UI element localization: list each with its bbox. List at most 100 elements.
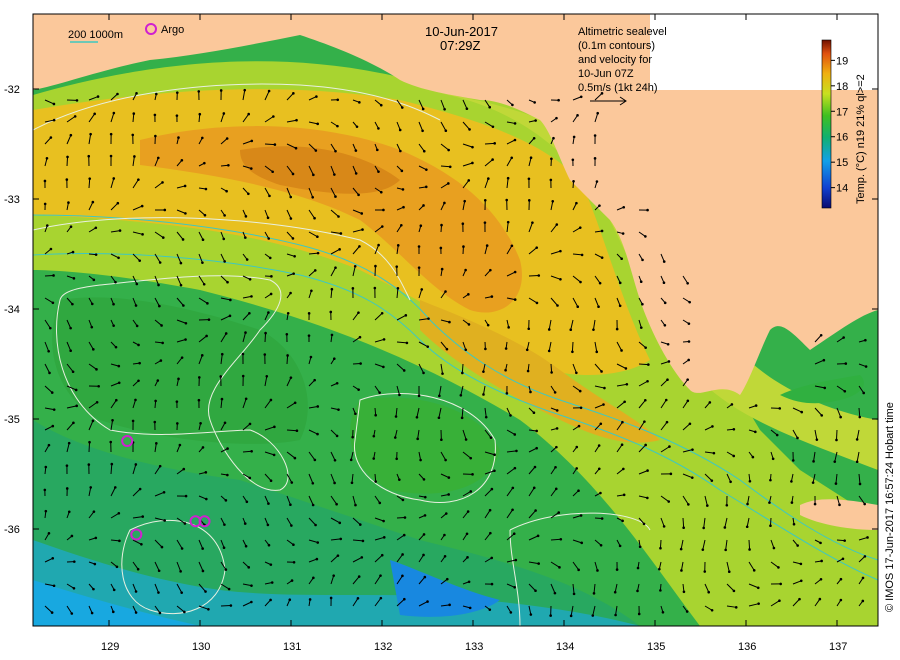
velocity-arrow-head — [161, 181, 164, 184]
velocity-arrow-head — [269, 398, 273, 402]
velocity-arrow-head — [484, 415, 488, 419]
velocity-arrow-head — [417, 394, 421, 398]
velocity-arrow-head — [514, 558, 518, 562]
velocity-arrow-head — [269, 598, 272, 602]
velocity-arrow-head — [575, 371, 578, 375]
velocity-arrow-head — [222, 237, 226, 241]
velocity-arrow-head — [67, 201, 70, 204]
velocity-arrow-head — [226, 280, 229, 284]
velocity-arrow-head — [267, 237, 271, 240]
velocity-arrow-head — [267, 311, 270, 314]
velocity-arrow-head — [833, 460, 837, 463]
lon-tick-label: 133 — [465, 641, 483, 653]
velocity-arrow-head — [577, 489, 580, 492]
velocity-arrow-head — [595, 350, 599, 354]
velocity-arrow-head — [460, 416, 464, 420]
velocity-arrow-head — [48, 326, 52, 330]
velocity-arrow-head — [525, 348, 529, 352]
velocity-arrow-head — [197, 90, 201, 93]
velocity-arrow-head — [861, 599, 865, 603]
velocity-arrow-head — [290, 579, 294, 582]
velocity-arrow-head — [354, 412, 357, 416]
velocity-arrow-head — [447, 182, 450, 185]
velocity-arrow-head — [293, 456, 297, 460]
velocity-arrow-head — [577, 424, 581, 428]
velocity-arrow-head — [443, 201, 446, 205]
velocity-arrow-head — [315, 95, 318, 98]
velocity-arrow-head — [243, 88, 247, 92]
velocity-arrow-head — [555, 427, 559, 430]
velocity-arrow-head — [403, 516, 407, 519]
velocity-arrow-head — [117, 256, 120, 260]
velocity-arrow-head — [527, 327, 531, 331]
velocity-arrow-head — [75, 404, 78, 408]
velocity-arrow-head — [71, 250, 75, 254]
velocity-arrow-head — [241, 374, 245, 378]
velocity-arrow-head — [163, 519, 166, 522]
velocity-arrow-head — [153, 113, 157, 117]
velocity-arrow-head — [445, 577, 449, 581]
velocity-arrow-head — [43, 179, 47, 183]
velocity-arrow-head — [815, 438, 819, 441]
velocity-arrow-head — [330, 287, 334, 291]
velocity-arrow-head — [180, 158, 184, 162]
velocity-arrow-head — [141, 515, 145, 518]
velocity-arrow-head — [644, 398, 647, 402]
velocity-arrow-head — [667, 360, 671, 363]
velocity-arrow-head — [529, 613, 533, 616]
velocity-arrow-head — [489, 531, 492, 535]
velocity-arrow-head — [72, 277, 76, 280]
velocity-arrow-head — [156, 156, 160, 160]
velocity-arrow-head — [553, 391, 557, 394]
velocity-arrow-head — [688, 300, 691, 304]
velocity-arrow-head — [727, 570, 731, 574]
velocity-arrow-head — [315, 557, 319, 561]
velocity-arrow-head — [440, 223, 443, 227]
velocity-arrow-head — [379, 103, 383, 107]
velocity-arrow-head — [730, 403, 734, 406]
velocity-arrow-head — [420, 288, 424, 291]
velocity-arrow-head — [465, 532, 469, 536]
velocity-arrow-head — [93, 112, 96, 116]
velocity-arrow-head — [243, 522, 247, 525]
velocity-arrow-head — [404, 314, 408, 317]
velocity-arrow-head — [219, 89, 223, 92]
velocity-arrow-head — [485, 244, 489, 247]
velocity-arrow-head — [268, 256, 272, 260]
velocity-arrow-head — [445, 347, 449, 351]
velocity-arrow-head — [422, 553, 425, 557]
velocity-arrow-head — [114, 280, 117, 284]
velocity-arrow-head — [800, 410, 804, 414]
velocity-arrow-head — [690, 476, 694, 479]
lon-tick-label: 134 — [556, 641, 574, 653]
velocity-arrow-head — [572, 592, 576, 596]
velocity-arrow — [571, 341, 574, 352]
velocity-arrow-head — [224, 568, 228, 571]
velocity-arrow-head — [534, 589, 537, 593]
velocity-arrow-head — [163, 208, 167, 212]
velocity-arrow-head — [513, 270, 517, 274]
depth-legend: 200 1000m — [68, 29, 123, 41]
velocity-arrow-head — [603, 386, 606, 390]
velocity-arrow-head — [600, 229, 604, 233]
velocity-arrow-head — [813, 502, 817, 506]
velocity-arrow — [264, 143, 275, 146]
velocity-arrow-head — [265, 374, 269, 378]
velocity-arrow-head — [180, 547, 184, 550]
colorbar-tick-label: 17 — [836, 106, 848, 118]
velocity-arrow-head — [839, 598, 843, 602]
velocity-arrow-head — [197, 376, 201, 379]
velocity-arrow-head — [316, 235, 319, 239]
velocity-arrow-head — [247, 192, 250, 196]
velocity-arrow-head — [493, 469, 496, 473]
velocity-arrow-head — [489, 268, 492, 272]
velocity-arrow-head — [357, 193, 360, 197]
velocity-arrow-head — [179, 261, 183, 265]
velocity-arrow-head — [244, 544, 248, 548]
velocity-arrow-head — [358, 335, 362, 339]
velocity-arrow-head — [244, 215, 248, 218]
velocity-arrow-head — [536, 534, 540, 538]
velocity-arrow-head — [45, 224, 49, 227]
velocity-arrow-head — [291, 172, 295, 176]
velocity-arrow-head — [109, 440, 113, 444]
